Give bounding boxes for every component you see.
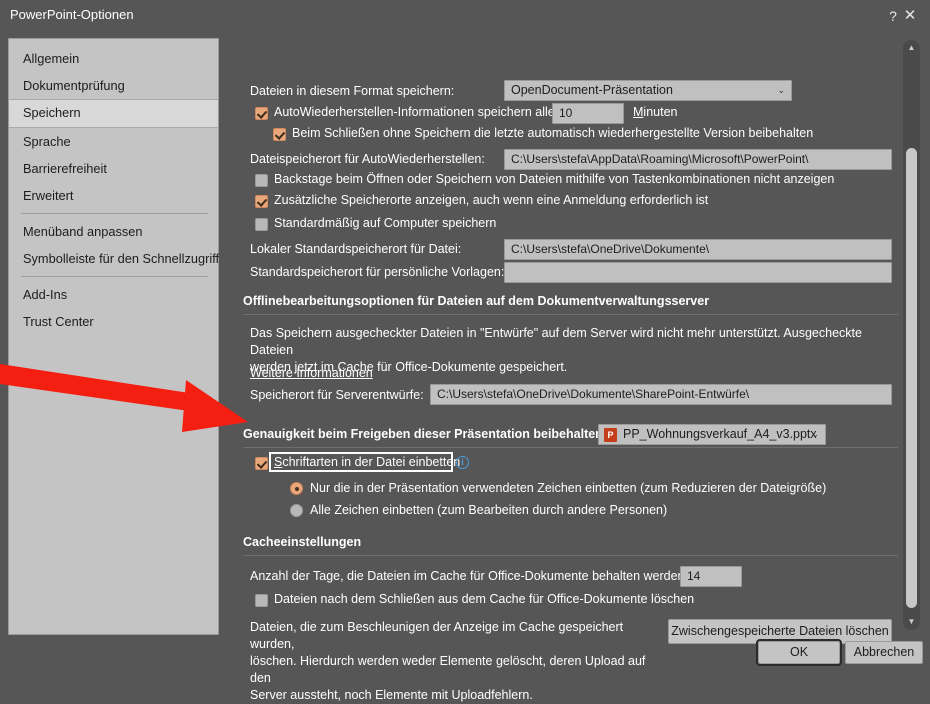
server-drafts-label: Speicherort für Serverentwürfe: (250, 388, 424, 402)
embed-fonts-label: Schriftarten in der Datei einbetten (274, 455, 461, 469)
save-to-computer-label: Standardmäßig auf Computer speichern (274, 216, 497, 230)
offline-section-rule (243, 314, 898, 315)
scroll-up-arrow-icon[interactable]: ▲ (903, 41, 920, 55)
fidelity-section-heading: Genauigkeit beim Freigeben dieser Präsen… (243, 427, 603, 441)
hide-backstage-checkbox[interactable] (255, 174, 268, 187)
autorecover-path-input[interactable]: C:\Users\stefa\AppData\Roaming\Microsoft… (504, 149, 892, 170)
keep-last-version-label: Beim Schließen ohne Speichern die letzte… (292, 126, 814, 140)
sidebar-item-allgemein[interactable]: Allgemein (9, 45, 218, 72)
dialog-title: PowerPoint-Optionen (10, 7, 134, 22)
more-information-link[interactable]: Weitere Informationen (250, 366, 373, 380)
cache-description-line2: löschen. Hierdurch werden weder Elemente… (250, 654, 646, 685)
sidebar-item-erweitert[interactable]: Erweitert (9, 182, 218, 209)
delete-on-close-label: Dateien nach dem Schließen aus dem Cache… (274, 592, 695, 606)
cancel-button[interactable]: Abbrechen (845, 641, 923, 664)
keep-last-version-checkbox[interactable] (273, 128, 286, 141)
local-default-location-label: Lokaler Standardspeicherort für Datei: (250, 242, 462, 256)
offline-description-line1: Das Speichern ausgecheckter Dateien in "… (250, 326, 862, 357)
cache-days-stepper[interactable]: 14 (680, 566, 742, 587)
chevron-down-icon: ⌄ (811, 429, 819, 439)
embed-all-chars-radio[interactable] (290, 504, 303, 517)
sidebar-item-dokumentpruefung[interactable]: Dokumentprüfung (9, 72, 218, 99)
cache-description-line3: Server aussteht, noch Elemente mit Uploa… (250, 688, 533, 702)
embed-fonts-checkbox[interactable] (255, 457, 268, 470)
ok-button[interactable]: OK (756, 639, 842, 666)
sidebar-divider-2 (21, 276, 208, 277)
autorecover-minutes-stepper[interactable]: 10 (552, 103, 624, 124)
file-format-value: OpenDocument-Präsentation (511, 83, 673, 97)
additional-locations-checkbox[interactable] (255, 195, 268, 208)
autorecover-label: AutoWiederherstellen-Informationen speic… (274, 105, 555, 119)
main-panel-scrollbar[interactable]: ▲ ▼ (903, 40, 920, 630)
personal-templates-label: Standardspeicherort für persönliche Vorl… (250, 265, 505, 279)
sidebar-item-symbolleiste-schnellzugriff[interactable]: Symbolleiste für den Schnellzugriff (9, 245, 219, 272)
fidelity-file-dropdown[interactable]: P PP_Wohnungsverkauf_A4_v3.pptx ⌄ (598, 424, 826, 445)
close-icon[interactable]: ✕ (895, 2, 925, 30)
file-format-dropdown[interactable]: OpenDocument-Präsentation ⌄ (504, 80, 792, 101)
save-to-computer-checkbox[interactable] (255, 218, 268, 231)
scroll-down-arrow-icon[interactable]: ▼ (903, 615, 920, 629)
sidebar-item-sprache[interactable]: Sprache (9, 128, 218, 155)
sidebar-item-menueband-anpassen[interactable]: Menüband anpassen (9, 218, 218, 245)
additional-locations-label: Zusätzliche Speicherorte anzeigen, auch … (274, 193, 709, 207)
info-icon[interactable]: i (456, 456, 469, 469)
personal-templates-input[interactable] (504, 262, 892, 283)
delete-on-close-checkbox[interactable] (255, 594, 268, 607)
sidebar-item-trust-center[interactable]: Trust Center (9, 308, 218, 335)
cache-section-rule (243, 555, 898, 556)
local-default-location-input[interactable]: C:\Users\stefa\OneDrive\Dokumente\ (504, 239, 892, 260)
autorecover-checkbox[interactable] (255, 107, 268, 120)
fidelity-file-value: PP_Wohnungsverkauf_A4_v3.pptx (623, 427, 817, 441)
powerpoint-file-icon: P (604, 428, 617, 442)
embed-used-chars-label: Nur die in der Präsentation verwendeten … (310, 481, 827, 495)
fidelity-section-rule (243, 447, 898, 448)
sidebar-divider-1 (21, 213, 208, 214)
chevron-down-icon: ⌄ (777, 85, 785, 95)
hide-backstage-label: Backstage beim Öffnen oder Speichern von… (274, 172, 835, 186)
offline-section-heading: Offlinebearbeitungsoptionen für Dateien … (243, 294, 710, 308)
minutes-label: Minuten (633, 105, 678, 119)
server-drafts-input[interactable]: C:\Users\stefa\OneDrive\Dokumente\ShareP… (430, 384, 892, 405)
cache-description: Dateien, die zum Beschleunigen der Anzei… (250, 619, 665, 704)
file-format-label: Dateien in diesem Format speichern: (250, 84, 455, 98)
options-main-panel: Dateien in diesem Format speichern: Open… (240, 38, 902, 702)
sidebar-item-barrierefreiheit[interactable]: Barrierefreiheit (9, 155, 218, 182)
embed-used-chars-radio[interactable] (290, 482, 303, 495)
sidebar-item-add-ins[interactable]: Add-Ins (9, 281, 218, 308)
sidebar-item-speichern[interactable]: Speichern (9, 99, 218, 128)
cache-description-line1: Dateien, die zum Beschleunigen der Anzei… (250, 620, 624, 651)
autorecover-path-label: Dateispeicherort für AutoWiederherstelle… (250, 152, 485, 166)
options-sidebar: Allgemein Dokumentprüfung Speichern Spra… (8, 38, 219, 635)
cache-days-label: Anzahl der Tage, die Dateien im Cache fü… (250, 569, 688, 583)
scrollbar-thumb[interactable] (906, 148, 917, 608)
embed-all-chars-label: Alle Zeichen einbetten (zum Bearbeiten d… (310, 503, 668, 517)
cache-section-heading: Cacheeinstellungen (243, 535, 362, 549)
dialog-title-bar: PowerPoint-Optionen ? ✕ (0, 0, 930, 32)
